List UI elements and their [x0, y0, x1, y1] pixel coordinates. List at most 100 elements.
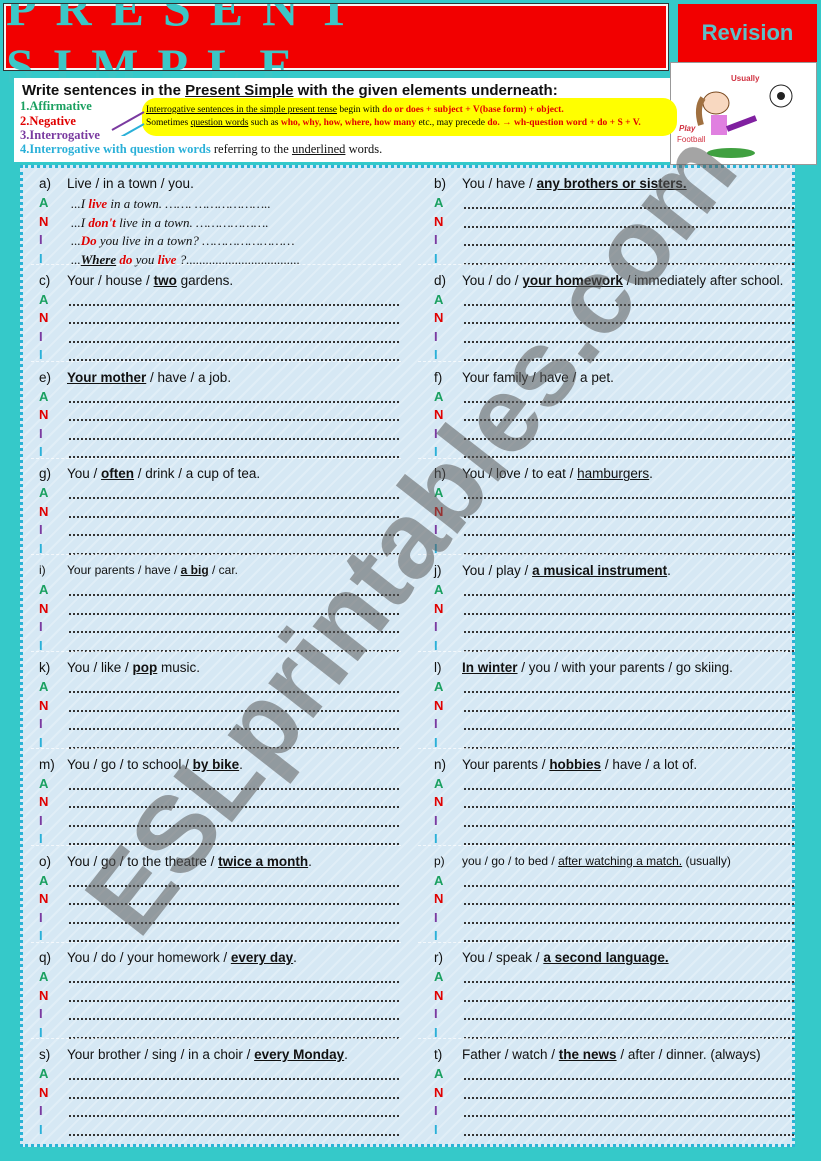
answer-line[interactable]: A — [434, 679, 794, 697]
answer-line[interactable]: I ...Where do you live ?.................… — [39, 251, 399, 269]
answer-line[interactable]: A ...I live in a town. ……. ……………….. — [39, 195, 399, 213]
exercise-item: b) You / have / any brothers or sisters. A… — [418, 172, 798, 268]
answer-line[interactable]: I — [39, 444, 399, 462]
item-letter: o) — [39, 853, 52, 869]
answer-line[interactable]: I — [39, 619, 399, 637]
answer-line[interactable]: I — [39, 716, 399, 734]
answer-line[interactable]: I — [39, 831, 399, 849]
answer-line[interactable]: N — [39, 891, 399, 909]
answer-line[interactable]: I — [39, 347, 399, 365]
answer-line[interactable]: A — [39, 873, 399, 891]
answer-line[interactable]: I — [434, 522, 794, 540]
answer-line[interactable]: I — [434, 928, 794, 946]
item-letter: t) — [434, 1047, 443, 1063]
answer-line[interactable]: I — [39, 928, 399, 946]
answer-line[interactable]: I — [434, 232, 794, 250]
answer-line[interactable]: I — [39, 1006, 399, 1024]
answer-line[interactable]: N — [434, 214, 794, 232]
answer-line[interactable]: I — [39, 522, 399, 540]
exercise-prompt: n) Your parents / hobbies / have / a lot … — [434, 757, 697, 772]
level-letter: N — [434, 407, 444, 423]
answer-line[interactable]: I — [39, 1103, 399, 1121]
answer-line[interactable]: I — [434, 1103, 794, 1121]
answer-line[interactable]: N — [39, 794, 399, 812]
answer-line[interactable]: N ...I don't live in a town. ………………. — [39, 214, 399, 232]
answer-line[interactable]: A — [434, 1066, 794, 1084]
answer-line[interactable]: A — [39, 292, 399, 310]
answer-line[interactable]: I — [39, 541, 399, 559]
answer-line[interactable]: A — [434, 389, 794, 407]
answer-line[interactable]: A — [434, 195, 794, 213]
answer-line[interactable]: I ...Do you live in a town? …………………… — [39, 232, 399, 250]
answer-line[interactable]: N — [434, 891, 794, 909]
answer-line[interactable]: N — [39, 407, 399, 425]
answer-line[interactable]: I — [434, 347, 794, 365]
answer-line[interactable]: A — [434, 969, 794, 987]
answer-line[interactable]: N — [39, 1085, 399, 1103]
answer-line[interactable]: A — [39, 389, 399, 407]
answer-line[interactable]: I — [39, 1025, 399, 1043]
answer-line[interactable]: A — [39, 679, 399, 697]
answer-line[interactable]: I — [39, 638, 399, 656]
answer-line[interactable]: A — [434, 582, 794, 600]
answer-line[interactable]: I — [434, 1025, 794, 1043]
answer-line[interactable]: A — [434, 485, 794, 503]
answer-line[interactable]: N — [39, 698, 399, 716]
item-letter: b) — [434, 176, 447, 191]
answer-line[interactable]: I — [434, 813, 794, 831]
answer-line[interactable]: N — [39, 504, 399, 522]
prompt-segment: twice a month — [218, 853, 309, 869]
exercise-item: q) You / do / your homework / every day. A… — [23, 946, 403, 1042]
answer-line[interactable]: N — [434, 1085, 794, 1103]
prompt-segment: . — [649, 466, 653, 482]
answer-line[interactable]: I — [39, 426, 399, 444]
answer-line[interactable]: N — [39, 988, 399, 1006]
prompt-segment: every day — [230, 950, 294, 966]
answer-line[interactable]: A — [434, 776, 794, 794]
answer-line[interactable]: N — [434, 310, 794, 328]
answer-line[interactable]: I — [434, 1122, 794, 1140]
answer-line[interactable]: N — [39, 601, 399, 619]
level-letter: A — [39, 388, 49, 404]
answer-line[interactable]: N — [434, 988, 794, 1006]
answer-line[interactable]: I — [39, 735, 399, 753]
answer-line[interactable]: I — [434, 329, 794, 347]
level-letter: I — [434, 1121, 438, 1137]
example-answer: ...Do you live in a town? …………………… — [71, 233, 295, 248]
answer-line[interactable]: A — [434, 292, 794, 310]
answer-line[interactable]: I — [434, 638, 794, 656]
level-letter: I — [39, 522, 43, 538]
answer-line[interactable]: I — [39, 910, 399, 928]
answer-line[interactable]: A — [39, 969, 399, 987]
answer-line[interactable]: I — [39, 1122, 399, 1140]
answer-line[interactable]: I — [434, 1006, 794, 1024]
answer-line[interactable]: N — [434, 794, 794, 812]
answer-line[interactable]: I — [434, 444, 794, 462]
level-letter: I — [434, 619, 438, 635]
answer-line[interactable]: I — [434, 735, 794, 753]
answer-line[interactable]: N — [434, 601, 794, 619]
level-affirmative: 1.Affirmative — [20, 99, 92, 113]
answer-line[interactable]: A — [39, 1066, 399, 1084]
answer-line[interactable]: N — [434, 698, 794, 716]
arrow-icon — [111, 111, 145, 136]
answer-line[interactable]: I — [434, 541, 794, 559]
answer-line[interactable]: I — [434, 831, 794, 849]
answer-line[interactable]: I — [434, 910, 794, 928]
answer-line[interactable]: A — [434, 873, 794, 891]
answer-line[interactable]: I — [434, 251, 794, 269]
answer-line[interactable]: N — [434, 504, 794, 522]
item-letter: q) — [39, 950, 52, 966]
answer-line[interactable]: I — [434, 426, 794, 444]
answer-line[interactable]: A — [39, 582, 399, 600]
answer-line[interactable]: I — [434, 716, 794, 734]
answer-line[interactable]: I — [39, 813, 399, 831]
answer-line[interactable]: I — [39, 329, 399, 347]
answer-line[interactable]: N — [434, 407, 794, 425]
prompt-segment: You / have / — [462, 176, 537, 191]
answer-line[interactable]: A — [39, 485, 399, 503]
level-letter: N — [434, 697, 444, 713]
answer-line[interactable]: A — [39, 776, 399, 794]
answer-line[interactable]: N — [39, 310, 399, 328]
answer-line[interactable]: I — [434, 619, 794, 637]
